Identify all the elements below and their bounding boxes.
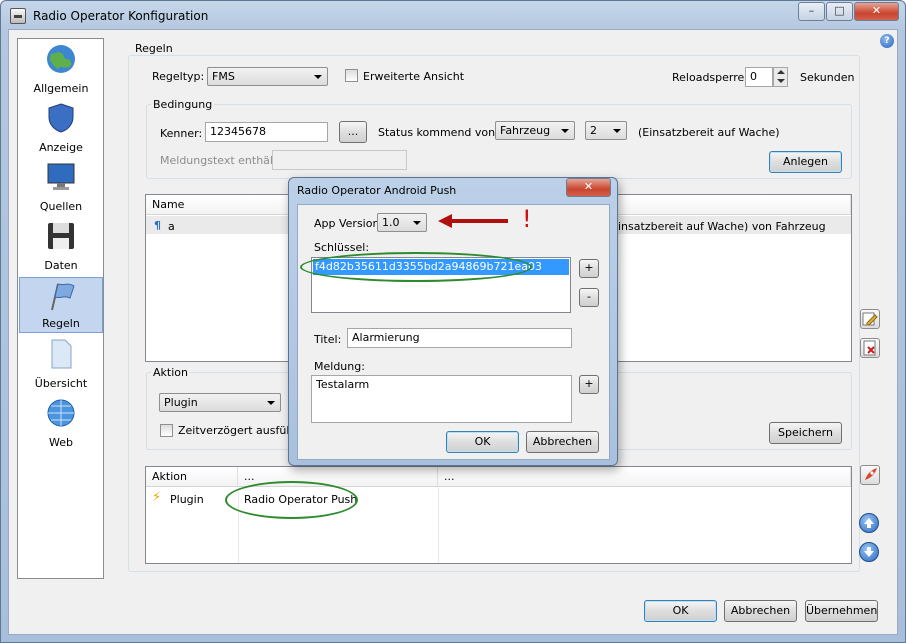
android-push-dialog: Radio Operator Android Push ✕ App Versio… [288, 177, 618, 466]
status-source-select[interactable]: Fahrzeug [495, 121, 575, 140]
nav-label: Regeln [42, 317, 80, 330]
kenner-browse-button[interactable]: ... [339, 121, 367, 143]
document-icon [51, 339, 72, 369]
close-button[interactable]: ✕ [854, 2, 899, 21]
speichern-button[interactable]: Speichern [769, 422, 842, 444]
status-value-select[interactable]: 2 [585, 121, 627, 140]
app-icon [10, 8, 26, 24]
dialog-ok-button[interactable]: OK [446, 431, 519, 453]
dialog-close-button[interactable]: ✕ [566, 178, 611, 197]
erweiterte-ansicht-label: Erweiterte Ansicht [363, 70, 465, 83]
sekunden-label: Sekunden [800, 71, 855, 84]
monitor-icon [47, 163, 75, 190]
nav-item-daten[interactable]: Daten [19, 218, 103, 274]
nav-sidebar: Allgemein Anzeige Quellen Daten Regeln Ü… [17, 38, 104, 579]
bedingung-group-label: Bedingung [151, 98, 215, 111]
dialog-title: Radio Operator Android Push [297, 184, 457, 197]
meldung-label: Meldung: [314, 360, 365, 373]
ok-button[interactable]: OK [644, 600, 717, 622]
floppy-disk-icon [48, 223, 74, 249]
status-kommend-label: Status kommend von: [378, 126, 499, 139]
titel-label: Titel: [314, 333, 342, 346]
zeitverzoegert-checkbox[interactable] [160, 424, 173, 437]
red-arrow-icon [438, 214, 508, 228]
dialog-abbrechen-button[interactable]: Abbrechen [526, 431, 599, 453]
meldungstext-input [272, 150, 407, 170]
meldungstext-label: Meldungstext enthält: [160, 154, 281, 167]
actions-list-header-aktion[interactable]: Aktion [146, 467, 238, 487]
edit-icon [862, 312, 878, 326]
edit-rule-button[interactable] [860, 309, 880, 329]
regeltyp-select[interactable]: FMS [207, 67, 328, 86]
rocket-icon [865, 468, 877, 480]
app-version-select[interactable]: 1.0 [377, 213, 427, 232]
maximize-button[interactable]: □ [826, 2, 853, 21]
column-divider [438, 488, 439, 563]
regeltyp-value: FMS [212, 70, 235, 83]
lightning-icon: ⚡ [152, 490, 162, 505]
arrow-up-icon [864, 518, 874, 528]
remove-key-button[interactable]: - [579, 288, 599, 307]
status-description: (Einsatzbereit auf Wache) [638, 126, 780, 139]
nav-item-regeln[interactable]: Regeln [19, 277, 103, 333]
status-value: 2 [590, 124, 597, 137]
rule-row-name: a [168, 220, 175, 233]
arrow-down-icon [864, 547, 874, 557]
globe-icon [47, 45, 75, 73]
delete-rule-button[interactable] [860, 338, 880, 358]
titel-input[interactable]: Alarmierung [347, 328, 572, 348]
dialog-client: App Version: 1.0 ! Schlüssel: f4d82b3561… [297, 204, 610, 460]
anlegen-button[interactable]: Anlegen [769, 151, 842, 173]
abbrechen-button[interactable]: Abbrechen [724, 600, 797, 622]
nav-item-quellen[interactable]: Quellen [19, 159, 103, 215]
meldung-input[interactable]: Testalarm [311, 375, 572, 423]
nav-label: Web [49, 436, 73, 449]
reloadsperre-label: Reloadsperre: [672, 71, 748, 84]
regeln-group-label: Regeln [133, 42, 175, 55]
action-row-type[interactable]: Plugin [170, 493, 204, 506]
aktion-type-select[interactable]: Plugin [159, 393, 281, 412]
web-globe-icon [47, 399, 75, 427]
regeltyp-label: Regeltyp: [152, 70, 205, 83]
window-title: Radio Operator Konfiguration [33, 9, 209, 23]
minimize-button[interactable]: – [798, 2, 825, 21]
nav-item-web[interactable]: Web [19, 395, 103, 451]
nav-label: Allgemein [33, 82, 89, 95]
app-version-label: App Version: [314, 217, 384, 230]
nav-label: Daten [44, 259, 78, 272]
uebernehmen-button[interactable]: Übernehmen [805, 600, 878, 622]
reloadsperre-spinner[interactable] [773, 67, 788, 87]
rule-row-description: insatzbereit auf Wache) von Fahrzeug [618, 220, 826, 233]
kenner-input[interactable]: 12345678 [205, 122, 328, 142]
help-icon[interactable]: ? [880, 34, 894, 48]
highlight-ellipse-key [300, 252, 532, 282]
paragraph-icon: ¶ [154, 219, 161, 232]
schluessel-label: Schlüssel: [314, 241, 370, 254]
aktion-group-label: Aktion [151, 366, 190, 379]
delete-icon [863, 340, 876, 356]
highlight-ellipse-plugin [225, 481, 358, 519]
reloadsperre-input[interactable]: 0 [745, 67, 773, 87]
nav-label: Übersicht [34, 377, 88, 390]
shield-icon [48, 103, 74, 133]
meldung-add-button[interactable]: + [579, 375, 599, 394]
app-version-value: 1.0 [382, 216, 400, 229]
status-source-value: Fahrzeug [500, 124, 551, 137]
nav-label: Quellen [39, 200, 83, 213]
nav-label: Anzeige [39, 141, 83, 154]
nav-item-allgemein[interactable]: Allgemein [19, 41, 103, 97]
nav-item-anzeige[interactable]: Anzeige [19, 100, 103, 156]
kenner-label: Kenner: [160, 127, 203, 140]
erweiterte-ansicht-checkbox[interactable] [345, 69, 358, 82]
add-key-button[interactable]: + [579, 259, 599, 278]
run-action-button[interactable] [860, 465, 880, 485]
move-up-button[interactable] [859, 513, 879, 533]
move-down-button[interactable] [859, 542, 879, 562]
nav-item-uebersicht[interactable]: Übersicht [19, 336, 103, 392]
actions-list-header-3[interactable]: ... [438, 467, 851, 487]
aktion-type-value: Plugin [164, 396, 198, 409]
exclamation-mark: ! [522, 205, 532, 233]
flag-icon [51, 283, 75, 311]
